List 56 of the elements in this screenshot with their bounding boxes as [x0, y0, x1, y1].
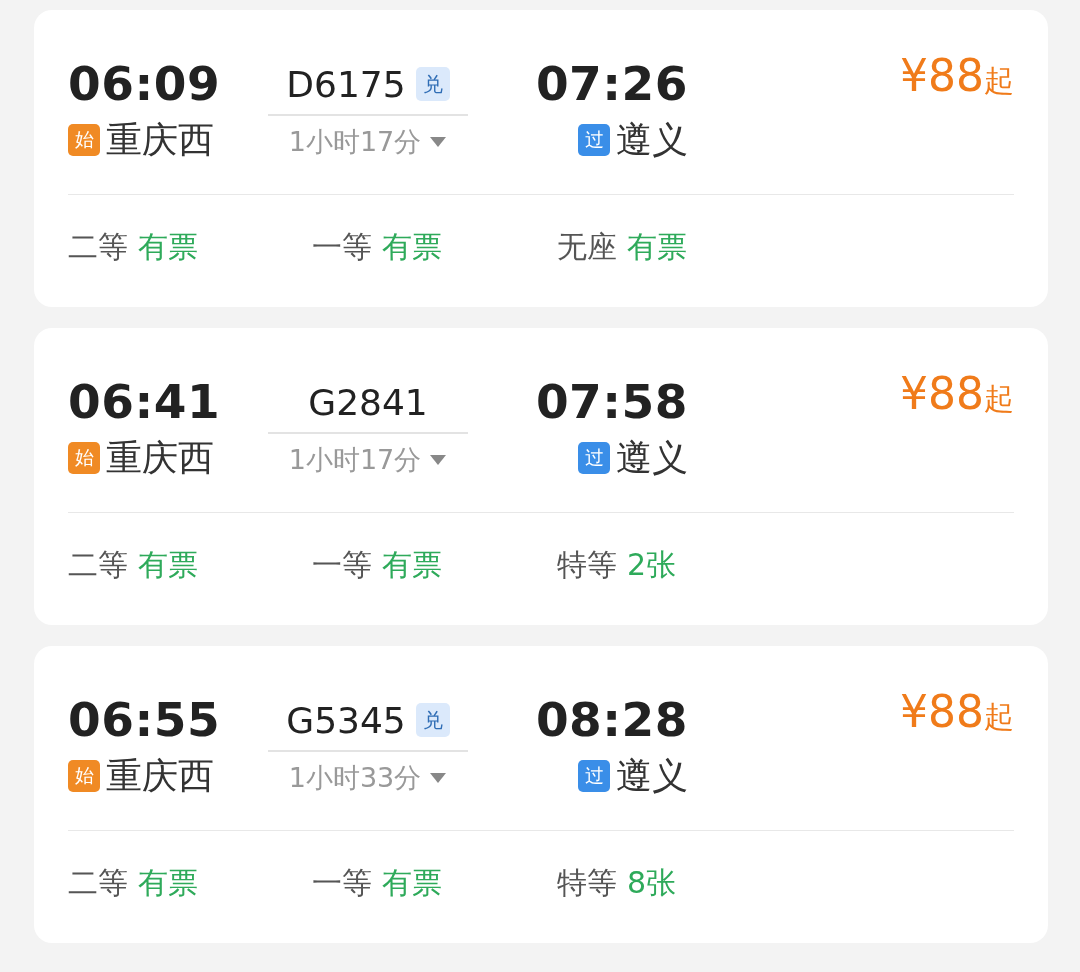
arrival-time: 08:28	[535, 692, 688, 748]
train-number: G2841	[308, 381, 428, 423]
price-suffix: 起	[984, 62, 1014, 100]
train-number: D6175	[286, 63, 406, 105]
seat-class: 特等	[557, 863, 617, 902]
price: ¥88	[900, 50, 984, 101]
seat-availability: 有票	[382, 227, 442, 266]
seat-class: 二等	[68, 545, 128, 584]
seat-availability: 有票	[138, 863, 198, 902]
price: ¥88	[900, 368, 984, 419]
seat-class: 一等	[312, 863, 372, 902]
departure-station: 重庆西	[106, 118, 214, 162]
origin-badge: 始	[68, 124, 100, 156]
exchange-badge: 兑	[415, 703, 450, 737]
seat-class: 特等	[557, 545, 617, 584]
train-card[interactable]: 06:09 始 重庆西 D6175 兑 1小时17分 07:26 过 遵义 ¥88起 二等 有票 一等 有票 无座 有票	[34, 10, 1048, 307]
arrival-time: 07:26	[535, 56, 688, 112]
departure-time: 06:41	[68, 374, 222, 430]
seat-availability: 有票	[382, 545, 442, 584]
price: ¥88	[900, 686, 984, 737]
exchange-badge: 兑	[415, 67, 450, 101]
origin-badge: 始	[68, 760, 100, 792]
departure-station: 重庆西	[106, 754, 214, 798]
duration: 1小时33分	[288, 761, 422, 795]
departure-time: 06:09	[68, 56, 222, 112]
seat-availability: 有票	[382, 863, 442, 902]
price-suffix: 起	[984, 380, 1014, 418]
arrival-station: 遵义	[616, 118, 688, 162]
caret-icon[interactable]	[429, 136, 448, 148]
train-card[interactable]: 06:55 始 重庆西 G5345 兑 1小时33分 08:28 过 遵义 ¥88起 二等 有票 一等 有票 特等 8张	[34, 646, 1048, 943]
train-number: G5345	[286, 699, 406, 741]
seat-availability: 有票	[138, 545, 198, 584]
seat-class: 一等	[312, 545, 372, 584]
passing-badge: 过	[578, 442, 610, 474]
arrival-station: 遵义	[616, 754, 688, 798]
seat-class: 无座	[557, 227, 617, 266]
seat-availability: 8张	[627, 863, 677, 902]
departure-station: 重庆西	[106, 436, 214, 480]
arrival-station: 遵义	[616, 436, 688, 480]
seat-availability: 有票	[138, 227, 198, 266]
train-card[interactable]: 06:41 始 重庆西 G2841 1小时17分 07:58 过 遵义 ¥88起 二等 有票 一等 有票 特等 2张	[34, 328, 1048, 625]
origin-badge: 始	[68, 442, 100, 474]
passing-badge: 过	[578, 760, 610, 792]
seat-class: 一等	[312, 227, 372, 266]
departure-time: 06:55	[68, 692, 222, 748]
caret-icon[interactable]	[429, 454, 448, 466]
passing-badge: 过	[578, 124, 610, 156]
seat-class: 二等	[68, 863, 128, 902]
seat-availability: 有票	[627, 227, 687, 266]
arrival-time: 07:58	[535, 374, 688, 430]
seat-availability: 2张	[627, 545, 677, 584]
duration: 1小时17分	[288, 125, 422, 159]
seat-class: 二等	[68, 227, 128, 266]
caret-icon[interactable]	[429, 772, 448, 784]
price-suffix: 起	[984, 698, 1014, 736]
duration: 1小时17分	[288, 443, 422, 477]
